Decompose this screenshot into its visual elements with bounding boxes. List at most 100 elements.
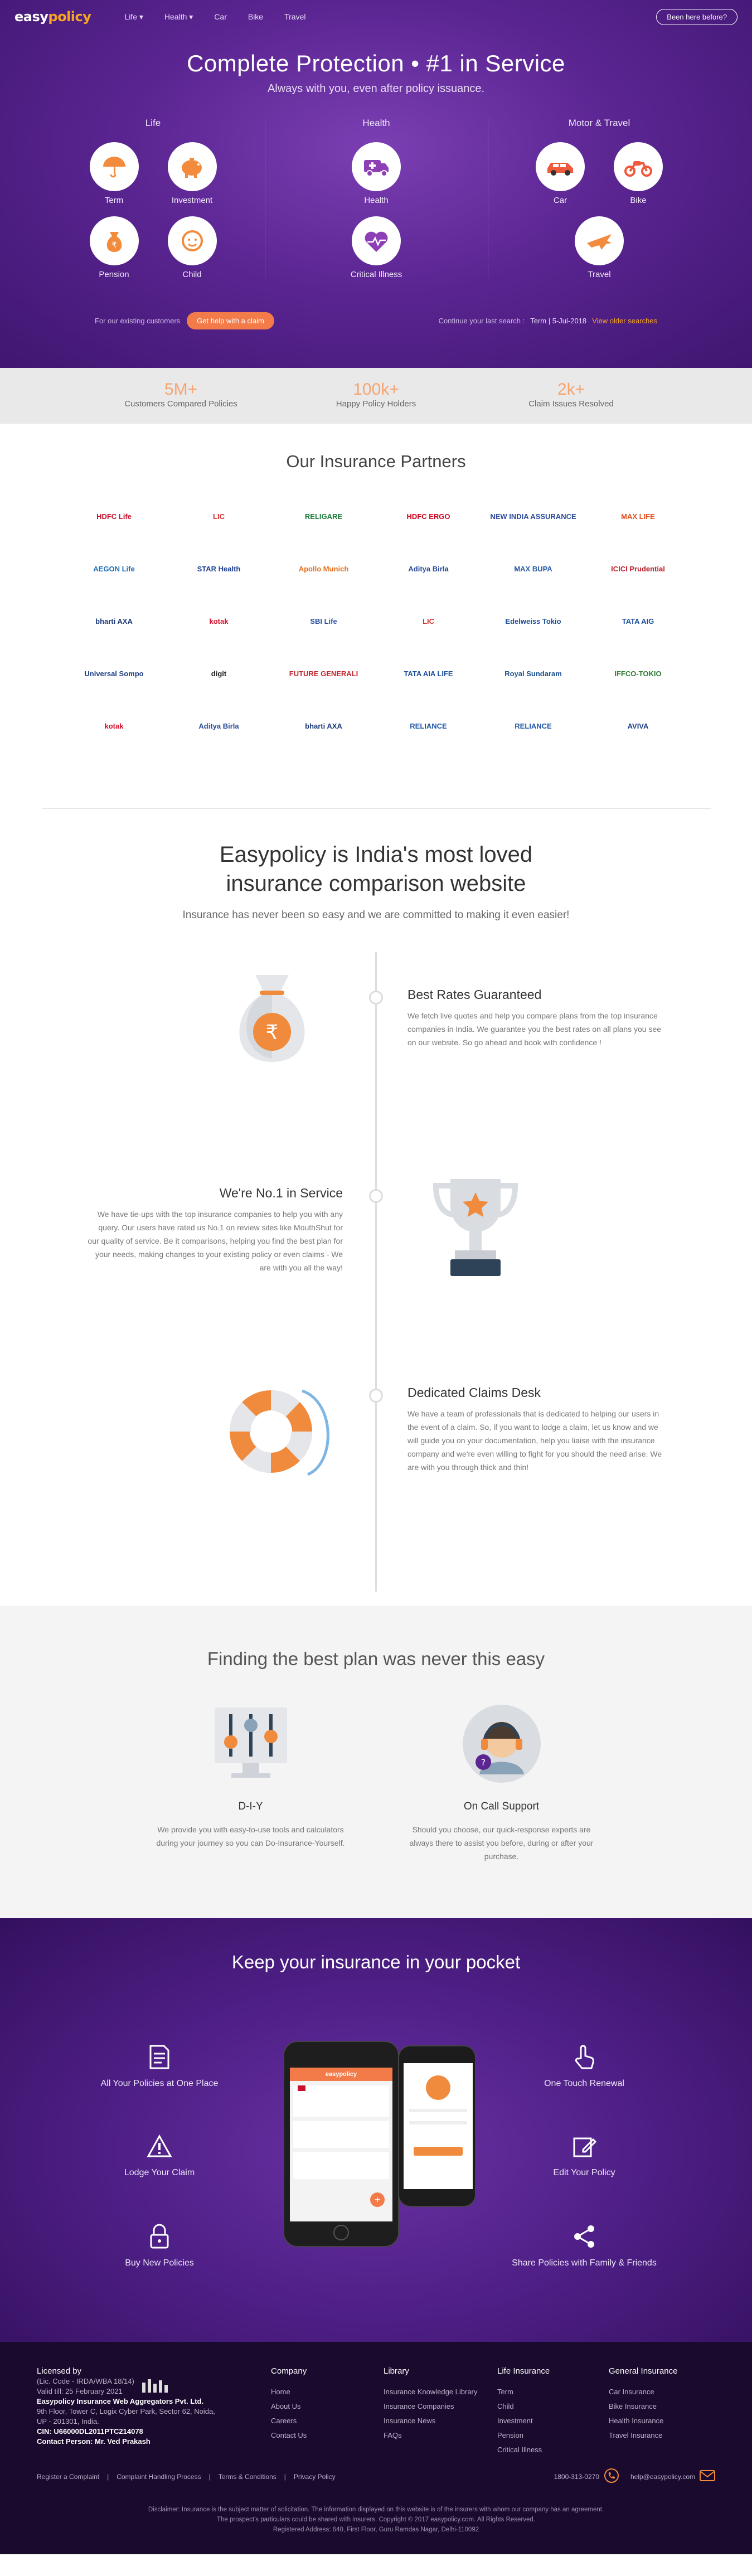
nav-link-life[interactable]: Life ▾ [124, 12, 143, 22]
logo-part-easy: easy [14, 9, 48, 25]
timeline-dot [369, 1389, 383, 1403]
product-investment[interactable]: Investment [167, 142, 217, 205]
license-validity: Valid till: 25 February 2021 [37, 2387, 123, 2395]
product-label: Pension [99, 270, 129, 279]
partner-logo: RELIGARE [304, 512, 343, 521]
last-search-link[interactable]: Term | 5-Jul-2018 [530, 317, 586, 325]
product-label: Child [182, 270, 202, 279]
legal-line: Disclaimer: Insurance is the subject mat… [148, 2506, 604, 2513]
money-bag-icon: ₹ [89, 216, 139, 265]
feature-text: We have a team of professionals that is … [407, 1409, 662, 1472]
phone-number: 1800-313-0270 [554, 2472, 599, 2481]
footer-link[interactable]: FAQs [384, 2428, 477, 2443]
footer-link[interactable]: Insurance News [384, 2414, 477, 2428]
footer-link[interactable]: Investment [497, 2414, 550, 2428]
feature-text: We fetch live quotes and help you compar… [407, 1011, 662, 1047]
feature-claims-desk: Dedicated Claims Desk We have a team of … [407, 1385, 664, 1474]
partner-logo: TATA AIA LIFE [404, 669, 453, 678]
stat-value: 2k+ [557, 380, 585, 399]
app-feature-all-policies[interactable]: All Your Policies at One Place [76, 2042, 243, 2089]
footer-link[interactable]: Insurance Companies [384, 2399, 477, 2414]
footer-link[interactable]: Insurance Knowledge Library [384, 2385, 477, 2399]
plan-col-text: We provide you with easy-to-use tools an… [156, 1825, 345, 1847]
footer-col-title: Company [271, 2366, 307, 2376]
calculator-icon [151, 1702, 351, 1788]
footer-link[interactable]: Term [497, 2385, 550, 2399]
product-travel[interactable]: Travel [574, 216, 624, 279]
complaint-process-link[interactable]: Complaint Handling Process [117, 2473, 201, 2481]
product-health[interactable]: Health [351, 142, 401, 205]
category-motor-travel: Motor & Travel Car Bike Travel [487, 118, 711, 279]
hero-title: Complete Protection • #1 in Service [187, 50, 565, 76]
stats-bar: 5M+ Customers Compared Policies 100k+ Happ… [0, 368, 752, 424]
app-feature-share[interactable]: Share Policies with Family & Friends [501, 2221, 668, 2268]
footer-link[interactable]: Child [497, 2399, 550, 2414]
view-older-searches-link[interactable]: View older searches [592, 317, 657, 325]
feature-no1-service: We're No.1 in Service We have tie-ups wi… [86, 1186, 343, 1274]
partner-logo-grid: HDFC Life LIC RELIGARE HDFC ERGO NEW INDIA A… [0, 501, 752, 741]
email-contact[interactable]: help@easypolicy.com [630, 2470, 715, 2483]
product-car[interactable]: Car [535, 142, 585, 205]
footer-link[interactable]: Car Insurance [609, 2385, 677, 2399]
nav-link-car[interactable]: Car [214, 12, 227, 22]
stat-item: 100k+ Happy Policy Holders [279, 368, 474, 424]
app-feature-lodge-claim[interactable]: Lodge Your Claim [76, 2131, 243, 2178]
license-title: Licensed by [37, 2366, 82, 2376]
nav-link-travel[interactable]: Travel [284, 12, 305, 22]
footer-col-life: Life Insurance Term Child Investment Pen… [497, 2366, 550, 2457]
plan-title: Finding the best plan was never this eas… [207, 1648, 545, 1669]
footer-link[interactable]: Critical Illness [497, 2443, 550, 2457]
plus-icon[interactable]: + [370, 2192, 385, 2207]
footer-link[interactable]: Contact Us [271, 2428, 307, 2443]
app-feature-renewal[interactable]: One Touch Renewal [501, 2042, 668, 2089]
legal-disclaimer: Disclaimer: Insurance is the subject mat… [0, 2505, 752, 2535]
footer-link[interactable]: Health Insurance [609, 2414, 677, 2428]
product-child[interactable]: Child [167, 216, 217, 279]
product-critical-illness[interactable]: Critical Illness [343, 216, 410, 279]
footer-link[interactable]: About Us [271, 2399, 307, 2414]
money-bag-icon: ₹ [223, 969, 321, 1067]
footer-link[interactable]: Home [271, 2385, 307, 2399]
been-here-button[interactable]: Been here before? [656, 8, 738, 25]
logo[interactable]: easypolicy [14, 9, 91, 25]
footer-link[interactable]: Careers [271, 2414, 307, 2428]
footer-bottom-bar: Register a Complaint | Complaint Handlin… [37, 2468, 715, 2485]
footer-link[interactable]: Pension [497, 2428, 550, 2443]
claim-help-button[interactable]: Get help with a claim [187, 312, 274, 329]
product-term[interactable]: Term [89, 142, 139, 205]
register-complaint-link[interactable]: Register a Complaint [37, 2473, 99, 2481]
share-icon [501, 2221, 668, 2252]
svg-text:?: ? [481, 1757, 486, 1768]
stat-item: 5M+ Customers Compared Policies [84, 368, 279, 424]
feature-title: We're No.1 in Service [219, 1186, 343, 1200]
nav-links: Life ▾ Health ▾ Car Bike Travel [124, 12, 305, 22]
company-name: Easypolicy Insurance Web Aggregators Pvt… [37, 2397, 204, 2405]
partner-logo: bharti AXA [95, 617, 133, 625]
product-bike[interactable]: Bike [613, 142, 663, 205]
privacy-link[interactable]: Privacy Policy [294, 2473, 336, 2481]
phone-contact[interactable]: 1800-313-0270 [554, 2468, 619, 2485]
category-health: Health Health Critical Illness [264, 118, 488, 279]
footer-link[interactable]: Bike Insurance [609, 2399, 677, 2414]
product-label: Travel [588, 270, 611, 279]
app-feature-buy-new[interactable]: Buy New Policies [76, 2221, 243, 2268]
stat-label: Claim Issues Resolved [528, 399, 614, 409]
footer-link[interactable]: Travel Insurance [609, 2428, 677, 2443]
app-feature-label: All Your Policies at One Place [100, 2079, 219, 2088]
app-feature-edit[interactable]: Edit Your Policy [501, 2131, 668, 2178]
app-feature-label: Edit Your Policy [553, 2168, 615, 2177]
partner-logo: SBI Life [310, 617, 337, 625]
hand-pointer-icon [501, 2042, 668, 2072]
product-label: Bike [630, 196, 647, 205]
product-pension[interactable]: ₹ Pension [89, 216, 139, 279]
email-address: help@easypolicy.com [630, 2472, 695, 2481]
trophy-icon [424, 1171, 527, 1283]
nav-link-bike[interactable]: Bike [248, 12, 263, 22]
continue-search-label: Continue your last search : [438, 317, 525, 325]
nav-link-health[interactable]: Health ▾ [164, 12, 193, 22]
bike-icon [614, 142, 663, 191]
timeline-line [375, 952, 377, 1592]
app-feature-label: One Touch Renewal [544, 2079, 624, 2088]
terms-link[interactable]: Terms & Conditions [219, 2473, 276, 2481]
phone-card [293, 2085, 389, 2117]
